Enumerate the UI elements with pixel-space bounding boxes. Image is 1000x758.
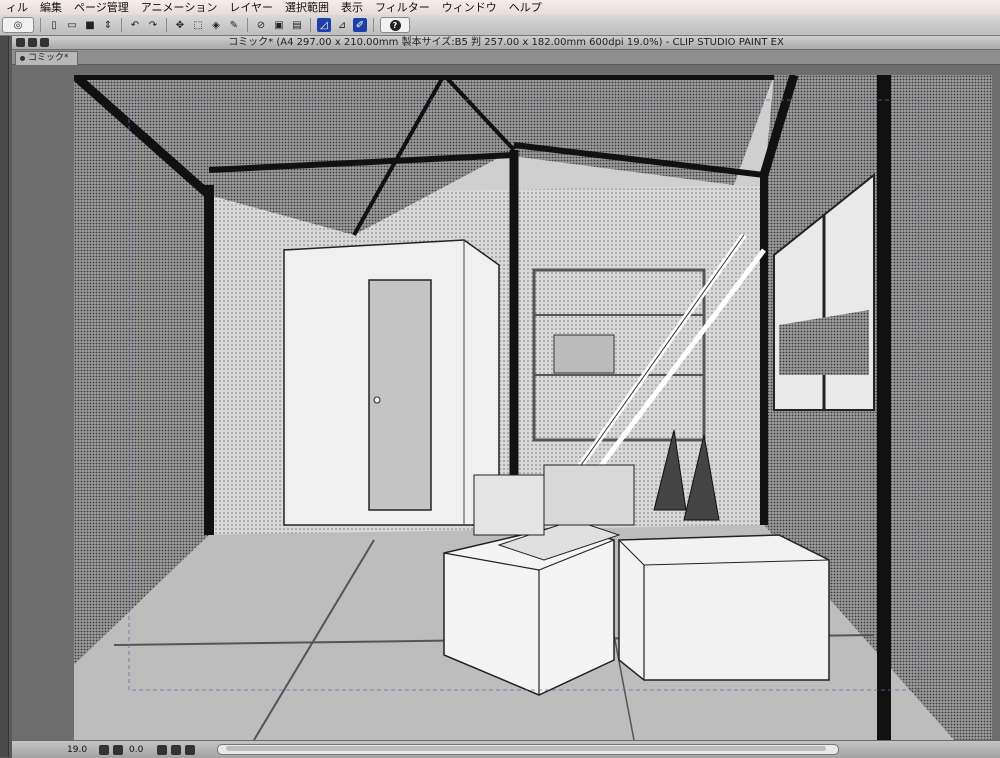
- help-icon: ?: [389, 19, 401, 31]
- menu-window[interactable]: ウィンドウ: [436, 0, 503, 15]
- canvas-area[interactable]: [12, 65, 1000, 740]
- divider: [121, 18, 122, 32]
- transform-icon[interactable]: ✥: [173, 18, 187, 32]
- menu-page[interactable]: ページ管理: [68, 0, 135, 15]
- redo-icon[interactable]: ↷: [146, 18, 160, 32]
- document-tab-bar: コミック*: [12, 50, 1000, 65]
- layer-icon[interactable]: ▣: [272, 18, 286, 32]
- scroll-thumb[interactable]: [226, 746, 826, 751]
- menu-edit[interactable]: 編集: [34, 0, 68, 15]
- tab-label: コミック*: [28, 53, 69, 63]
- menu-selection[interactable]: 選択範囲: [279, 0, 335, 15]
- perspective-icon[interactable]: ◿: [317, 18, 331, 32]
- rotate-right-icon[interactable]: [171, 744, 181, 755]
- pen-icon[interactable]: ✐: [353, 18, 367, 32]
- tab-comic[interactable]: コミック*: [15, 51, 78, 65]
- window-controls: [16, 38, 49, 47]
- document-title: コミック* (A4 297.00 x 210.00mm 製本サイズ:B5 判 2…: [228, 37, 784, 48]
- divider: [310, 18, 311, 32]
- selection-icon[interactable]: ⬚: [191, 18, 205, 32]
- document-title-bar: コミック* (A4 297.00 x 210.00mm 製本サイズ:B5 判 2…: [12, 36, 1000, 50]
- menu-file[interactable]: ィル: [0, 0, 34, 15]
- rotation-value[interactable]: 0.0: [129, 745, 155, 755]
- status-bar: 19.0 0.0: [12, 740, 1000, 758]
- fit-page-icon[interactable]: [113, 744, 123, 755]
- horizontal-scrollbar[interactable]: [217, 744, 839, 755]
- page-illustration: [74, 75, 992, 740]
- command-bar: ◎ ▯ ▭ ■ ⇕ ↶ ↷ ✥ ⬚ ◈ ✎ ⊘ ▣ ▤ ◿ ⊿ ✐ ?: [0, 15, 1000, 36]
- grid-icon[interactable]: ▤: [290, 18, 304, 32]
- divider: [40, 18, 41, 32]
- divider: [373, 18, 374, 32]
- new-file-icon[interactable]: ▯: [47, 18, 61, 32]
- menu-bar: ィル 編集 ページ管理 アニメーション レイヤー 選択範囲 表示 フィルター ウ…: [0, 0, 1000, 16]
- vector-icon[interactable]: ⊿: [335, 18, 349, 32]
- tab-dot-icon: [20, 56, 25, 61]
- divider: [166, 18, 167, 32]
- left-panel-strip[interactable]: [0, 36, 9, 757]
- open-file-icon[interactable]: ▭: [65, 18, 79, 32]
- close-icon[interactable]: [16, 38, 25, 47]
- reset-rotation-icon[interactable]: [185, 744, 195, 755]
- zoom-value[interactable]: 19.0: [67, 745, 97, 755]
- help-button[interactable]: ?: [380, 17, 410, 33]
- menu-animation[interactable]: アニメーション: [135, 0, 224, 15]
- menu-filter[interactable]: フィルター: [369, 0, 436, 15]
- manga-page[interactable]: [74, 75, 992, 740]
- menu-view[interactable]: 表示: [335, 0, 369, 15]
- menu-help[interactable]: ヘルプ: [503, 0, 548, 15]
- ruler-icon[interactable]: ⊘: [254, 18, 268, 32]
- fill-icon[interactable]: ◈: [209, 18, 223, 32]
- brush-icon[interactable]: ✎: [227, 18, 241, 32]
- divider: [247, 18, 248, 32]
- scroll-stepper-icon[interactable]: ⇕: [101, 18, 115, 32]
- menu-layer[interactable]: レイヤー: [223, 0, 279, 15]
- undo-icon[interactable]: ↶: [128, 18, 142, 32]
- rotate-left-icon[interactable]: [157, 744, 167, 755]
- zoom-stepper-icon[interactable]: [99, 744, 109, 755]
- save-icon[interactable]: ■: [83, 18, 97, 32]
- clip-studio-logo-icon[interactable]: ◎: [2, 17, 34, 33]
- minimize-icon[interactable]: [28, 38, 37, 47]
- maximize-icon[interactable]: [40, 38, 49, 47]
